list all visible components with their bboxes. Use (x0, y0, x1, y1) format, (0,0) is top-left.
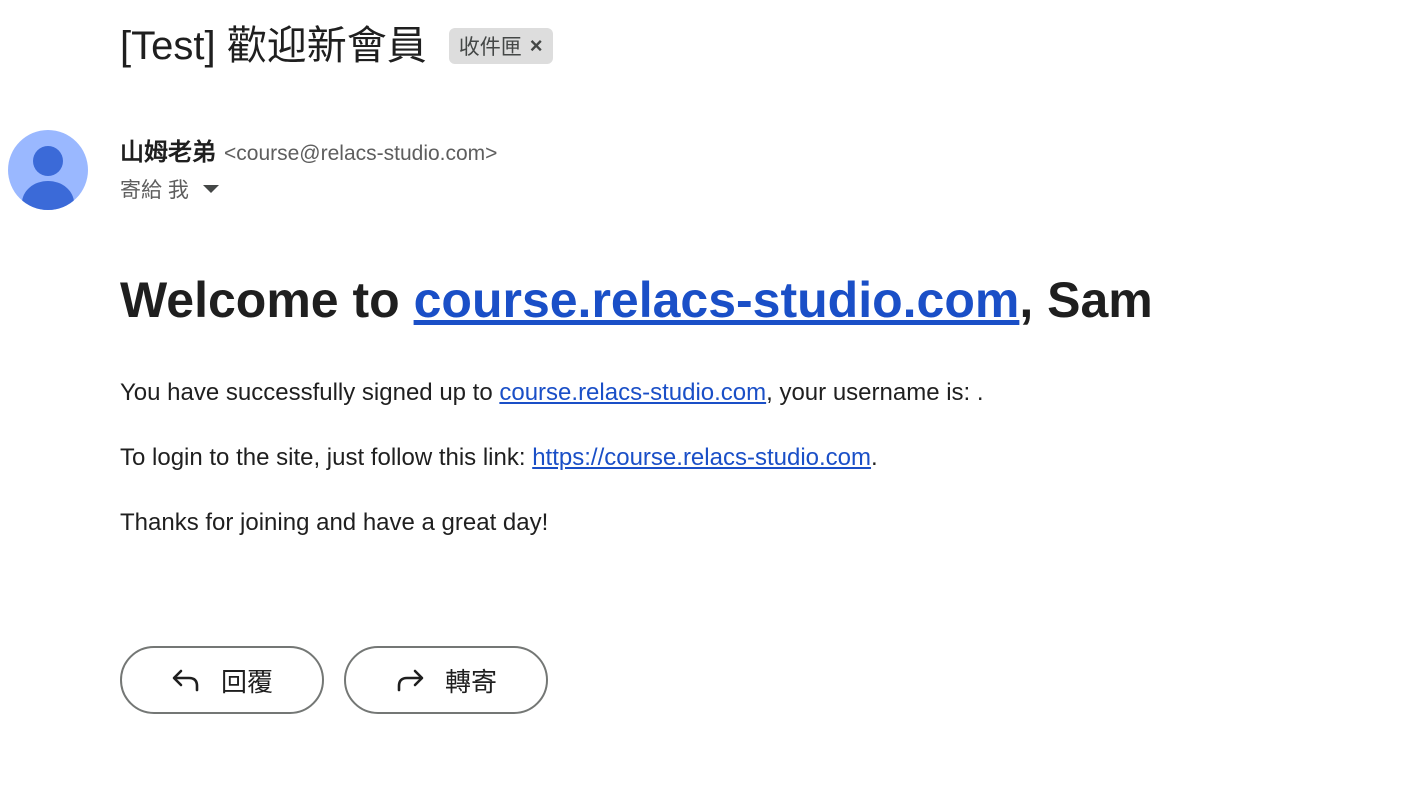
label-chip-text: 收件匣 (458, 36, 522, 59)
email-body-heading: Welcome to course.relacs-studio.com, Sam (120, 268, 1153, 332)
para1-prefix: You have successfully signed up to (120, 379, 500, 406)
person-icon (22, 146, 74, 210)
para2-suffix: . (871, 444, 878, 471)
reply-button[interactable]: 回覆 (120, 646, 324, 714)
sender-name[interactable]: 山姆老弟 (120, 132, 216, 167)
sender-info: 山姆老弟 <course@relacs-studio.com> (120, 132, 497, 167)
para1-site-link[interactable]: course.relacs-studio.com (499, 379, 766, 406)
reply-button-label: 回覆 (220, 666, 273, 697)
recipient-line[interactable]: 寄給 我 (120, 174, 219, 204)
remove-label-icon[interactable]: × (530, 35, 543, 57)
heading-suffix: , Sam (1019, 272, 1153, 328)
forward-button-label: 轉寄 (444, 666, 497, 697)
para1-suffix: , your username is: . (766, 379, 984, 406)
body-paragraph-thanks: Thanks for joining and have a great day! (120, 509, 549, 536)
para2-prefix: To login to the site, just follow this l… (120, 444, 533, 471)
forward-button[interactable]: 轉寄 (344, 646, 548, 714)
email-header: [Test] 歡迎新會員 收件匣 × (120, 16, 553, 76)
para2-login-link[interactable]: https://course.relacs-studio.com (532, 444, 871, 471)
inbox-label-chip[interactable]: 收件匣 × (448, 28, 553, 64)
recipient-text: 寄給 我 (120, 179, 189, 202)
sender-email: <course@relacs-studio.com> (224, 142, 498, 165)
heading-prefix: Welcome to (120, 272, 414, 328)
body-paragraph-signup: You have successfully signed up to cours… (120, 378, 984, 408)
forward-icon (397, 669, 424, 692)
show-details-chevron-down-icon[interactable] (202, 185, 219, 193)
body-paragraph-login: To login to the site, just follow this l… (120, 443, 878, 473)
email-subject: [Test] 歡迎新會員 (120, 24, 427, 68)
reply-icon (172, 669, 199, 692)
sender-avatar[interactable] (8, 130, 88, 210)
heading-site-link[interactable]: course.relacs-studio.com (414, 272, 1020, 328)
